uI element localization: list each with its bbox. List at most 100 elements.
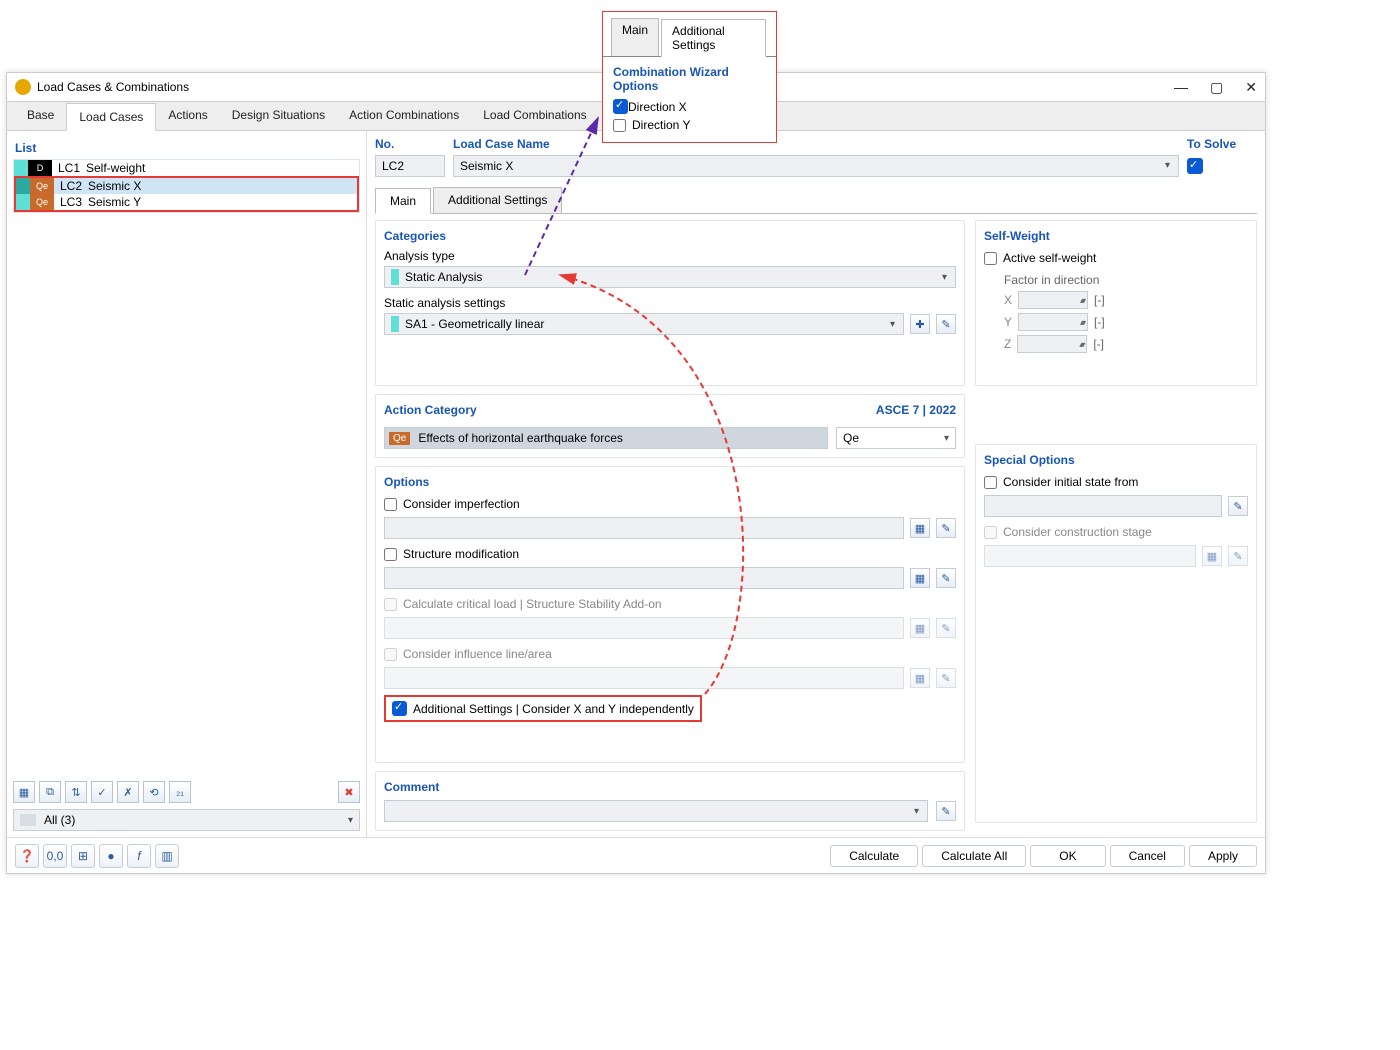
sort-icon[interactable]: ⇅	[65, 781, 87, 803]
options-panel: Options Consider imperfection ▦ ✎ Structu…	[375, 466, 965, 763]
minimize-icon[interactable]: —	[1174, 79, 1188, 96]
options-title: Options	[384, 475, 956, 489]
direction-x-checkbox[interactable]: Direction X	[613, 99, 766, 114]
new-icon: ▦	[910, 668, 930, 688]
direction-y-box[interactable]	[613, 119, 626, 132]
factor-y-spinner	[1018, 313, 1088, 331]
inner-tab-additional[interactable]: Additional Settings	[433, 187, 562, 213]
factor-label: Factor in direction	[1004, 273, 1248, 287]
tree-icon[interactable]: ⊞	[71, 844, 95, 868]
calendar-icon[interactable]: ▥	[155, 844, 179, 868]
structure-mod-field	[384, 567, 904, 589]
list-title: List	[13, 137, 360, 159]
list-item[interactable]: Qe LC3 Seismic Y	[16, 194, 357, 210]
solve-label: To Solve	[1187, 137, 1257, 151]
influence-checkbox: Consider influence line/area	[384, 647, 956, 661]
edit-icon: ✎	[936, 668, 956, 688]
refresh-icon[interactable]: ⟲	[143, 781, 165, 803]
new-icon[interactable]: ▦	[910, 518, 930, 538]
lc-name: Seismic Y	[84, 195, 141, 209]
comment-dropdown[interactable]	[384, 800, 928, 822]
callout-tab-additional[interactable]: Additional Settings	[661, 19, 766, 57]
additional-settings-checkbox[interactable]: Additional Settings | Consider X and Y i…	[384, 695, 702, 722]
callout-title: Combination Wizard Options	[613, 65, 766, 93]
filter-value: All (3)	[44, 813, 75, 827]
categories-panel: Categories Analysis type Static Analysis…	[375, 220, 965, 386]
new-icon: ▦	[910, 618, 930, 638]
inner-tab-main[interactable]: Main	[375, 188, 431, 214]
check-icon[interactable]: ✓	[91, 781, 113, 803]
function-icon[interactable]: f	[127, 844, 151, 868]
comment-title: Comment	[384, 780, 956, 794]
initial-state-field	[984, 495, 1222, 517]
sas-dropdown[interactable]: SA1 - Geometrically linear	[384, 313, 904, 335]
no-field[interactable]: LC2	[375, 155, 445, 177]
checkbox-on-icon	[392, 701, 407, 716]
new-icon: ▦	[1202, 546, 1222, 566]
comment-panel: Comment ✎	[375, 771, 965, 831]
calculate-button[interactable]: Calculate	[830, 845, 918, 867]
tab-load-combinations[interactable]: Load Combinations	[471, 102, 598, 130]
delete-icon[interactable]: ✖	[338, 781, 360, 803]
new-icon[interactable]: ▦	[13, 781, 35, 803]
selfweight-panel: Self-Weight Active self-weight Factor in…	[975, 220, 1257, 386]
analysis-type-dropdown[interactable]: Static Analysis	[384, 266, 956, 288]
units-icon[interactable]: 0,0	[43, 844, 67, 868]
ok-button[interactable]: OK	[1030, 845, 1105, 867]
uncheck-icon[interactable]: ✗	[117, 781, 139, 803]
callout-tab-main[interactable]: Main	[611, 18, 659, 56]
main-window: Load Cases & Combinations — ▢ ✕ Base Loa…	[6, 72, 1266, 874]
apply-button[interactable]: Apply	[1189, 845, 1257, 867]
critical-field	[384, 617, 904, 639]
axis-x: X	[1004, 293, 1012, 307]
edit-icon[interactable]: ✎	[936, 568, 956, 588]
edit-icon: ✎	[1228, 546, 1248, 566]
edit-icon[interactable]: ✎	[1228, 496, 1248, 516]
name-label: Load Case Name	[453, 137, 1179, 151]
axis-z: Z	[1004, 337, 1011, 351]
comment-edit-icon[interactable]: ✎	[936, 801, 956, 821]
lc-name: Seismic X	[84, 179, 141, 193]
tab-actions[interactable]: Actions	[156, 102, 219, 130]
renumber-icon[interactable]: ₂₁	[169, 781, 191, 803]
copy-icon[interactable]: ⧉	[39, 781, 61, 803]
edit-settings-icon[interactable]: ✎	[936, 314, 956, 334]
active-selfweight-checkbox[interactable]: Active self-weight	[984, 251, 1248, 265]
list-item[interactable]: Qe LC2 Seismic X	[16, 178, 357, 194]
lc-code: LC3	[54, 195, 84, 209]
load-case-list: D LC1 Self-weight Qe LC2 Seismic X Qe LC…	[13, 159, 360, 213]
action-category-panel: Action Category ASCE 7 | 2022 Qe Effects…	[375, 394, 965, 458]
imperfection-checkbox[interactable]: Consider imperfection	[384, 497, 956, 511]
color-icon[interactable]: ●	[99, 844, 123, 868]
direction-y-checkbox[interactable]: Direction Y	[613, 118, 766, 132]
list-item[interactable]: D LC1 Self-weight	[14, 160, 359, 176]
imperfection-field	[384, 517, 904, 539]
list-toolbar: ▦ ⧉ ⇅ ✓ ✗ ⟲ ₂₁ ✖	[13, 775, 360, 803]
close-icon[interactable]: ✕	[1245, 79, 1257, 96]
new-settings-icon[interactable]: ✚	[910, 314, 930, 334]
axis-y: Y	[1004, 315, 1012, 329]
new-icon[interactable]: ▦	[910, 568, 930, 588]
calculate-all-button[interactable]: Calculate All	[922, 845, 1026, 867]
app-icon	[15, 79, 31, 95]
to-solve-checkbox[interactable]	[1187, 158, 1203, 174]
edit-icon[interactable]: ✎	[936, 518, 956, 538]
action-title: Action Category	[384, 403, 477, 417]
tag-badge: D	[28, 160, 52, 176]
initial-state-checkbox[interactable]: Consider initial state from	[984, 475, 1248, 489]
name-dropdown[interactable]: Seismic X	[453, 155, 1179, 177]
tab-action-combinations[interactable]: Action Combinations	[337, 102, 471, 130]
tab-base[interactable]: Base	[15, 102, 66, 130]
standard-label: ASCE 7 | 2022	[876, 403, 956, 417]
tab-load-cases[interactable]: Load Cases	[66, 103, 156, 131]
checkbox-on-icon	[613, 99, 628, 114]
tab-design-situations[interactable]: Design Situations	[220, 102, 337, 130]
lc-name: Self-weight	[82, 161, 145, 175]
structure-mod-checkbox[interactable]: Structure modification	[384, 547, 956, 561]
help-icon[interactable]: ❓	[15, 844, 39, 868]
sas-label: Static analysis settings	[384, 296, 956, 310]
cancel-button[interactable]: Cancel	[1110, 845, 1185, 867]
maximize-icon[interactable]: ▢	[1210, 79, 1223, 96]
list-filter-dropdown[interactable]: All (3) ▾	[13, 809, 360, 831]
action-short-dropdown[interactable]: Qe	[836, 427, 956, 449]
